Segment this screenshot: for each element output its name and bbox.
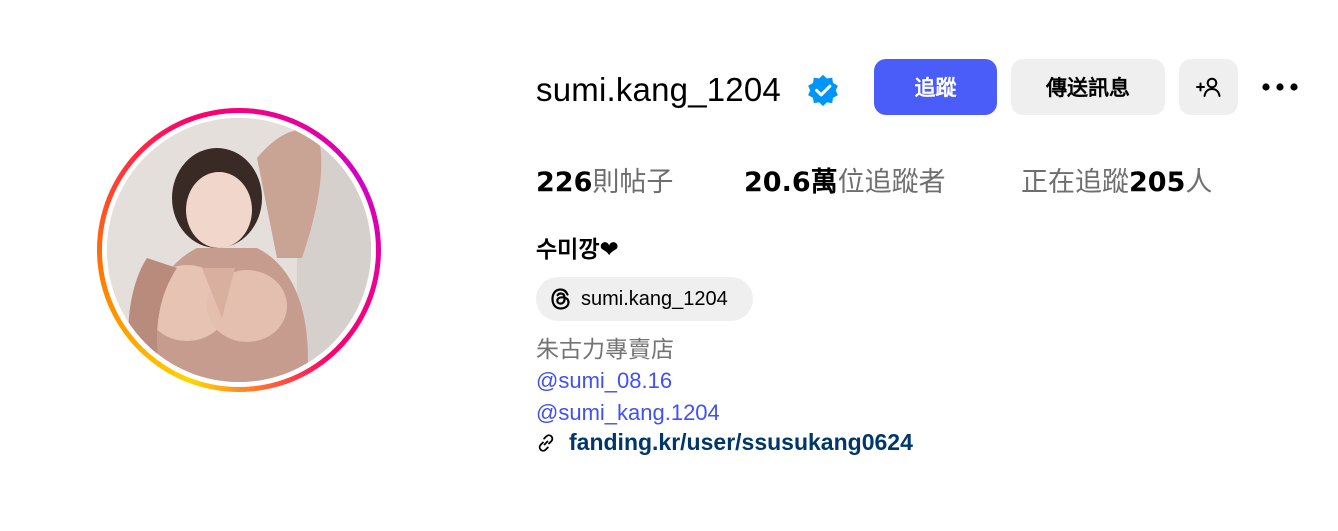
threads-icon	[551, 288, 570, 310]
threads-profile-link[interactable]: sumi.kang_1204	[536, 277, 753, 321]
avatar-story-ring[interactable]	[97, 108, 381, 392]
bio-external-link[interactable]: fanding.kr/user/ssusukang0624	[536, 429, 913, 456]
verified-badge-icon	[808, 74, 838, 107]
posts-count-label: 則帖子	[592, 167, 674, 198]
avatar[interactable]	[107, 118, 371, 382]
send-message-button[interactable]: 傳送訊息	[1011, 59, 1165, 115]
following-count-value: 205	[1129, 167, 1186, 198]
bio-category: 朱古力專賣店	[536, 337, 674, 363]
following-suffix-label: 人	[1185, 167, 1213, 198]
profile-full-name: 수미깡❤	[536, 237, 619, 263]
followers-count-stat[interactable]: 20.6萬位追蹤者	[744, 166, 946, 200]
bio-mention-link[interactable]: @sumi_08.16	[536, 367, 672, 395]
suggest-similar-accounts-button[interactable]	[1179, 59, 1238, 115]
followers-count-value: 20.6萬	[744, 167, 838, 198]
posts-count-value: 226	[536, 167, 593, 198]
bio-mention-link[interactable]: @sumi_kang.1204	[536, 399, 720, 427]
posts-count-stat: 226則帖子	[536, 166, 673, 200]
profile-username: sumi.kang_1204	[536, 71, 781, 108]
more-options-button[interactable]	[1259, 72, 1301, 102]
follow-button[interactable]: 追蹤	[874, 59, 997, 115]
add-person-icon	[1195, 77, 1220, 97]
avatar-ring-gap	[102, 113, 376, 387]
link-icon	[538, 433, 554, 452]
avatar-photo	[107, 118, 371, 382]
followers-count-label: 位追蹤者	[837, 167, 946, 198]
following-count-stat[interactable]: 正在追蹤205人	[1021, 166, 1212, 200]
bio-link-text: fanding.kr/user/ssusukang0624	[569, 429, 913, 455]
threads-handle: sumi.kang_1204	[581, 287, 728, 310]
more-dots-icon	[1262, 83, 1298, 91]
following-prefix-label: 正在追蹤	[1021, 167, 1129, 198]
